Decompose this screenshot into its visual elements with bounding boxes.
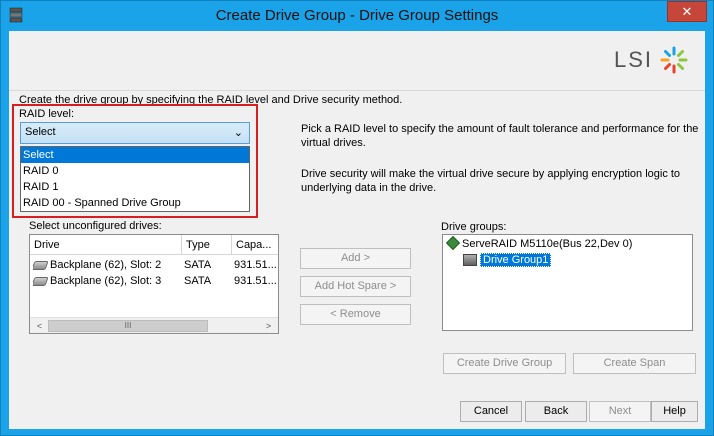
create-span-button[interactable]: Create Span xyxy=(573,353,696,374)
raid-level-options: Select RAID 0 RAID 1 RAID 00 - Spanned D… xyxy=(20,146,250,212)
drive-capacity: 931.51... xyxy=(234,275,277,287)
instruction-text: Create the drive group by specifying the… xyxy=(19,94,403,106)
table-row[interactable]: Backplane (62), Slot: 2 SATA 931.51... xyxy=(30,257,278,273)
drive-name: Backplane (62), Slot: 3 xyxy=(50,275,162,287)
create-drive-group-button[interactable]: Create Drive Group xyxy=(443,353,566,374)
drive-group-label: Drive Group1 xyxy=(480,253,552,267)
raid-level-label: RAID level: xyxy=(19,108,75,120)
controller-label: ServeRAID M5110e(Bus 22,Dev 0) xyxy=(462,238,633,250)
window-title: Create Drive Group - Drive Group Setting… xyxy=(215,7,499,24)
next-button[interactable]: Next xyxy=(589,401,651,422)
raid-option-select[interactable]: Select xyxy=(21,147,249,163)
lsi-starburst-icon xyxy=(660,46,688,74)
close-button[interactable]: ✕ xyxy=(667,1,707,22)
raid-option-raid1[interactable]: RAID 1 xyxy=(21,179,249,195)
back-button[interactable]: Back xyxy=(525,401,587,422)
raid-option-raid00[interactable]: RAID 00 - Spanned Drive Group xyxy=(21,195,249,211)
raid-level-dropdown[interactable]: Select ⌄ xyxy=(20,122,250,144)
drive-name: Backplane (62), Slot: 2 xyxy=(50,259,162,271)
hard-drive-icon xyxy=(33,276,49,286)
drive-group-icon xyxy=(463,254,477,267)
cancel-button[interactable]: Cancel xyxy=(460,401,522,422)
remove-button[interactable]: < Remove xyxy=(300,304,411,325)
dialog-window: Create Drive Group - Drive Group Setting… xyxy=(0,0,714,436)
logo-text: LSI xyxy=(613,47,653,72)
hard-drive-icon xyxy=(33,260,49,270)
unconfigured-drives-table: Drive Type Capa... Backplane (62), Slot:… xyxy=(29,234,279,334)
column-header-drive[interactable]: Drive xyxy=(30,235,182,255)
title-bar[interactable]: Create Drive Group - Drive Group Setting… xyxy=(1,1,713,31)
raid-level-selected: Select xyxy=(25,126,56,138)
raid-help-text: Pick a RAID level to specify the amount … xyxy=(301,123,699,149)
add-button[interactable]: Add > xyxy=(300,248,411,269)
tree-controller-node[interactable]: ServeRAID M5110e(Bus 22,Dev 0) xyxy=(445,235,633,251)
add-hot-spare-button[interactable]: Add Hot Spare > xyxy=(300,276,411,297)
scroll-left-icon[interactable]: < xyxy=(32,319,47,333)
security-help-text: Drive security will make the virtual dri… xyxy=(301,168,681,194)
raid-option-raid0[interactable]: RAID 0 xyxy=(21,163,249,179)
unconfigured-drives-label: Select unconfigured drives: xyxy=(29,220,162,232)
tree-drive-group-node[interactable]: Drive Group1 xyxy=(463,253,552,267)
column-header-capacity[interactable]: Capa... xyxy=(232,235,278,255)
horizontal-scrollbar[interactable]: < III > xyxy=(30,317,278,333)
controller-icon xyxy=(445,235,461,251)
chevron-down-icon: ⌄ xyxy=(233,127,243,139)
drive-type: SATA xyxy=(184,259,212,271)
table-row[interactable]: Backplane (62), Slot: 3 SATA 931.51... xyxy=(30,273,278,289)
dialog-body: LSI Create the drive group by specifying… xyxy=(9,31,705,429)
drive-capacity: 931.51... xyxy=(234,259,277,271)
help-button[interactable]: Help xyxy=(651,401,698,422)
drive-groups-label: Drive groups: xyxy=(441,221,507,233)
lsi-logo: LSI xyxy=(614,45,689,75)
scroll-thumb[interactable]: III xyxy=(48,320,208,332)
column-header-type[interactable]: Type xyxy=(182,235,232,255)
drive-groups-tree: ServeRAID M5110e(Bus 22,Dev 0) Drive Gro… xyxy=(442,234,693,331)
drive-type: SATA xyxy=(184,275,212,287)
header-band: LSI xyxy=(9,31,705,91)
scroll-right-icon[interactable]: > xyxy=(261,319,276,333)
